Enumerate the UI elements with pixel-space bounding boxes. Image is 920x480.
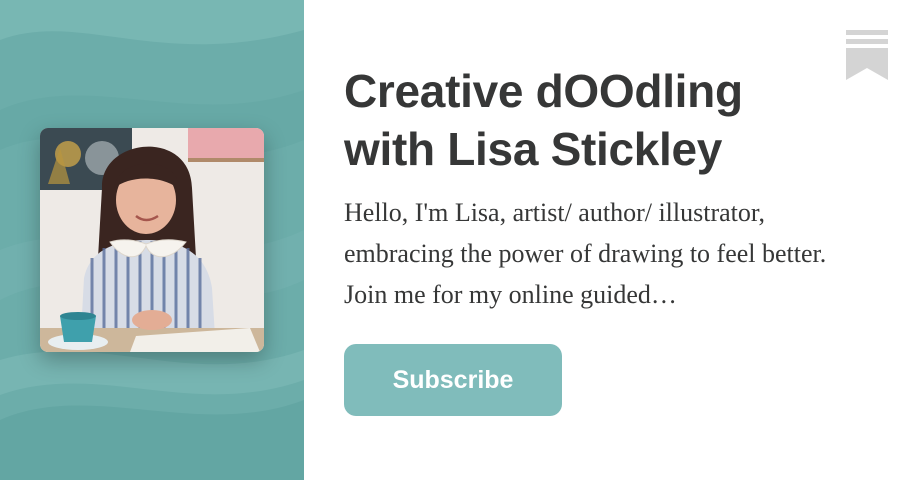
- bookmark-icon[interactable]: [846, 30, 888, 80]
- subscribe-button[interactable]: Subscribe: [344, 344, 562, 416]
- author-photo: [40, 128, 264, 352]
- publication-description: Hello, I'm Lisa, artist/ author/ illustr…: [344, 198, 827, 309]
- content-panel: Creative dOOdling with Lisa Stickley Hel…: [304, 0, 920, 480]
- brand-panel: [0, 0, 304, 480]
- post-preview-card: Creative dOOdling with Lisa Stickley Hel…: [0, 0, 920, 480]
- page-title: Creative dOOdling with Lisa Stickley: [344, 65, 743, 175]
- avatar: [40, 128, 264, 352]
